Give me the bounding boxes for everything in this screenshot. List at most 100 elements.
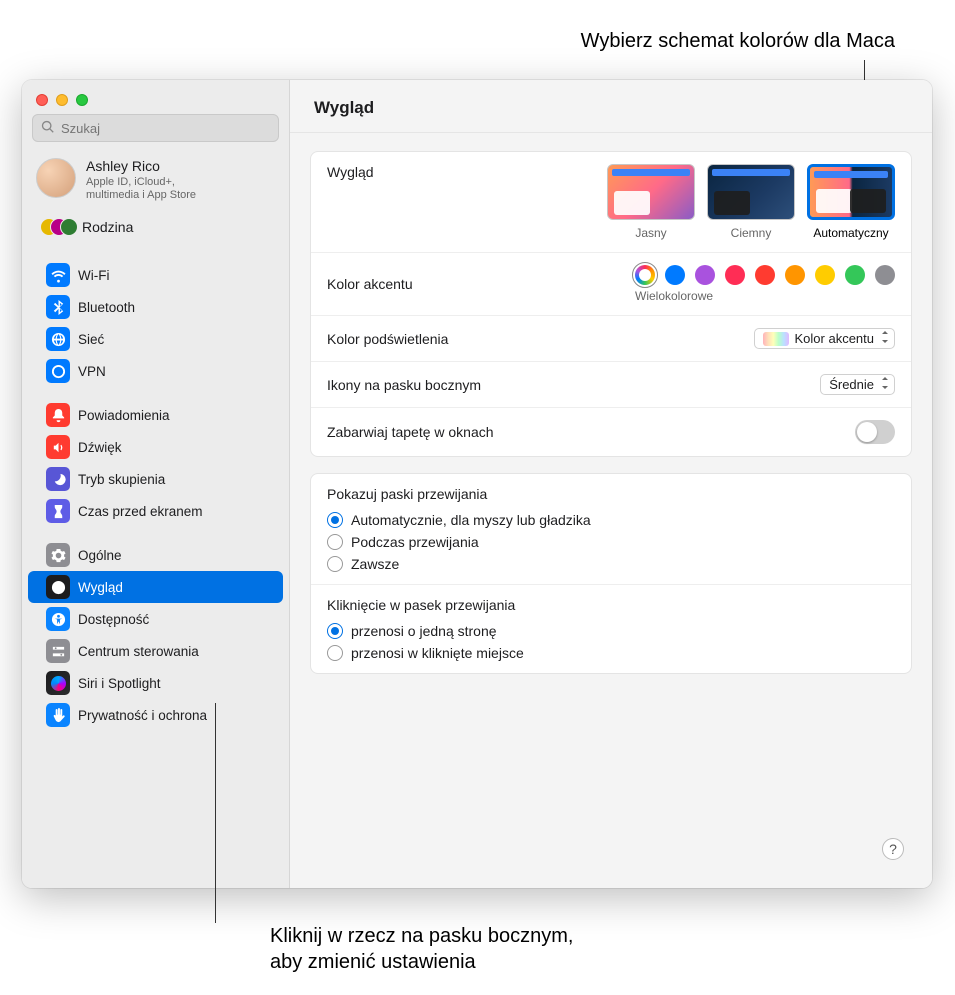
- sidebar-item-appearance[interactable]: Wygląd: [28, 571, 283, 603]
- radio-icon: [327, 512, 343, 528]
- radio-label: przenosi o jedną stronę: [351, 623, 497, 639]
- accent-yellow[interactable]: [815, 265, 835, 285]
- scroll-opt-when[interactable]: Podczas przewijania: [327, 534, 895, 550]
- sidebar-item-sound[interactable]: Dźwięk: [28, 431, 283, 463]
- sidebar-item-label: Dostępność: [78, 612, 149, 627]
- highlight-label: Kolor podświetlenia: [327, 331, 448, 347]
- sidebar-item-focus[interactable]: Tryb skupienia: [28, 463, 283, 495]
- bluetooth-icon: [46, 295, 70, 319]
- radio-icon: [327, 556, 343, 572]
- sidebar-item-label: Dźwięk: [78, 440, 122, 455]
- content-pane: Wygląd Wygląd Jasny Ciemny: [290, 80, 932, 888]
- family-avatars-icon: [40, 217, 74, 237]
- callout-top: Wybierz schemat kolorów dla Maca: [581, 30, 895, 53]
- sidebar-item-label: Wi-Fi: [78, 268, 109, 283]
- sidebar-item-label: Centrum sterowania: [78, 644, 199, 659]
- theme-light[interactable]: Jasny: [607, 164, 695, 240]
- sidebar-item-label: Czas przed ekranem: [78, 504, 203, 519]
- click-opt-spot[interactable]: przenosi w kliknięte miejsce: [327, 645, 895, 661]
- highlight-value: Kolor akcentu: [795, 331, 875, 346]
- tint-toggle[interactable]: [855, 420, 895, 444]
- account-sub-2: multimedia i App Store: [86, 189, 196, 203]
- sidebar-item-label: Tryb skupienia: [78, 472, 165, 487]
- sidebar-item-label: Ogólne: [78, 548, 122, 563]
- theme-auto-label: Automatyczny: [813, 226, 888, 240]
- hand-icon: [46, 703, 70, 727]
- accent-graphite[interactable]: [875, 265, 895, 285]
- scrollbars-title: Pokazuj paski przewijania: [327, 486, 895, 502]
- family-label: Rodzina: [82, 219, 133, 235]
- click-opt-page[interactable]: przenosi o jedną stronę: [327, 623, 895, 639]
- radio-label: Zawsze: [351, 556, 399, 572]
- updown-icon: [880, 331, 890, 346]
- sidebar-item-account[interactable]: Ashley Rico Apple ID, iCloud+, multimedi…: [22, 150, 289, 211]
- sidebar-item-bluetooth[interactable]: Bluetooth: [28, 291, 283, 323]
- callout-line-bottom: [215, 703, 216, 923]
- accent-blue[interactable]: [665, 265, 685, 285]
- avatar: [36, 158, 76, 198]
- sidebar-icons-value: Średnie: [829, 377, 874, 392]
- sidebar-item-wifi[interactable]: Wi-Fi: [28, 259, 283, 291]
- page-title: Wygląd: [290, 80, 932, 133]
- search-icon: [41, 120, 55, 137]
- sidebar-item-network[interactable]: Sieć: [28, 323, 283, 355]
- sidebar-item-label: Bluetooth: [78, 300, 135, 315]
- radio-label: Automatycznie, dla myszy lub gładzika: [351, 512, 591, 528]
- accent-orange[interactable]: [785, 265, 805, 285]
- accent-red[interactable]: [755, 265, 775, 285]
- accent-pink[interactable]: [725, 265, 745, 285]
- scroll-opt-auto[interactable]: Automatycznie, dla myszy lub gładzika: [327, 512, 895, 528]
- sidebar-item-label: VPN: [78, 364, 106, 379]
- minimize-icon[interactable]: [56, 94, 68, 106]
- sidebar-item-label: Wygląd: [78, 580, 123, 595]
- bell-icon: [46, 403, 70, 427]
- highlight-swatch-icon: [763, 332, 789, 346]
- siri-icon: [46, 671, 70, 695]
- radio-icon: [327, 534, 343, 550]
- globe-icon: [46, 327, 70, 351]
- theme-selector: Jasny Ciemny Automatyczny: [607, 164, 895, 240]
- accent-multicolor[interactable]: [635, 265, 655, 285]
- accent-purple[interactable]: [695, 265, 715, 285]
- sidebar-item-screentime[interactable]: Czas przed ekranem: [28, 495, 283, 527]
- click-scroll-title: Kliknięcie w pasek przewijania: [327, 597, 895, 613]
- sidebar-item-siri[interactable]: Siri i Spotlight: [28, 667, 283, 699]
- sidebar-item-privacy[interactable]: Prywatność i ochrona: [28, 699, 283, 731]
- sidebar-item-vpn[interactable]: VPN: [28, 355, 283, 387]
- window-controls: [22, 80, 289, 114]
- sidebar-item-notifications[interactable]: Powiadomienia: [28, 399, 283, 431]
- sidebar-icons-select[interactable]: Średnie: [820, 374, 895, 395]
- accessibility-icon: [46, 607, 70, 631]
- radio-icon: [327, 645, 343, 661]
- close-icon[interactable]: [36, 94, 48, 106]
- sidebar-item-controlcenter[interactable]: Centrum sterowania: [28, 635, 283, 667]
- appearance-label: Wygląd: [327, 164, 374, 180]
- scroll-opt-always[interactable]: Zawsze: [327, 556, 895, 572]
- sidebar-item-label: Prywatność i ochrona: [78, 708, 207, 723]
- accent-green[interactable]: [845, 265, 865, 285]
- moon-icon: [46, 467, 70, 491]
- accent-selected-label: Wielokolorowe: [635, 289, 713, 303]
- sidebar-item-family[interactable]: Rodzina: [22, 211, 289, 247]
- account-sub-1: Apple ID, iCloud+,: [86, 176, 196, 190]
- switches-icon: [46, 639, 70, 663]
- sidebar-item-accessibility[interactable]: Dostępność: [28, 603, 283, 635]
- scroll-card: Pokazuj paski przewijania Automatycznie,…: [310, 473, 912, 674]
- sidebar-item-general[interactable]: Ogólne: [28, 539, 283, 571]
- maximize-icon[interactable]: [76, 94, 88, 106]
- radio-icon: [327, 623, 343, 639]
- help-button[interactable]: ?: [882, 838, 904, 860]
- wifi-icon: [46, 263, 70, 287]
- accent-swatches: [635, 265, 895, 285]
- theme-auto[interactable]: Automatyczny: [807, 164, 895, 240]
- search-input[interactable]: [32, 114, 279, 142]
- tint-label: Zabarwiaj tapetę w oknach: [327, 424, 494, 440]
- sidebar-item-label: Powiadomienia: [78, 408, 170, 423]
- account-name: Ashley Rico: [86, 158, 196, 176]
- sidebar-item-label: Sieć: [78, 332, 104, 347]
- sidebar: Ashley Rico Apple ID, iCloud+, multimedi…: [22, 80, 290, 888]
- theme-light-label: Jasny: [635, 226, 666, 240]
- theme-dark[interactable]: Ciemny: [707, 164, 795, 240]
- highlight-select[interactable]: Kolor akcentu: [754, 328, 896, 349]
- search-field[interactable]: [61, 121, 270, 136]
